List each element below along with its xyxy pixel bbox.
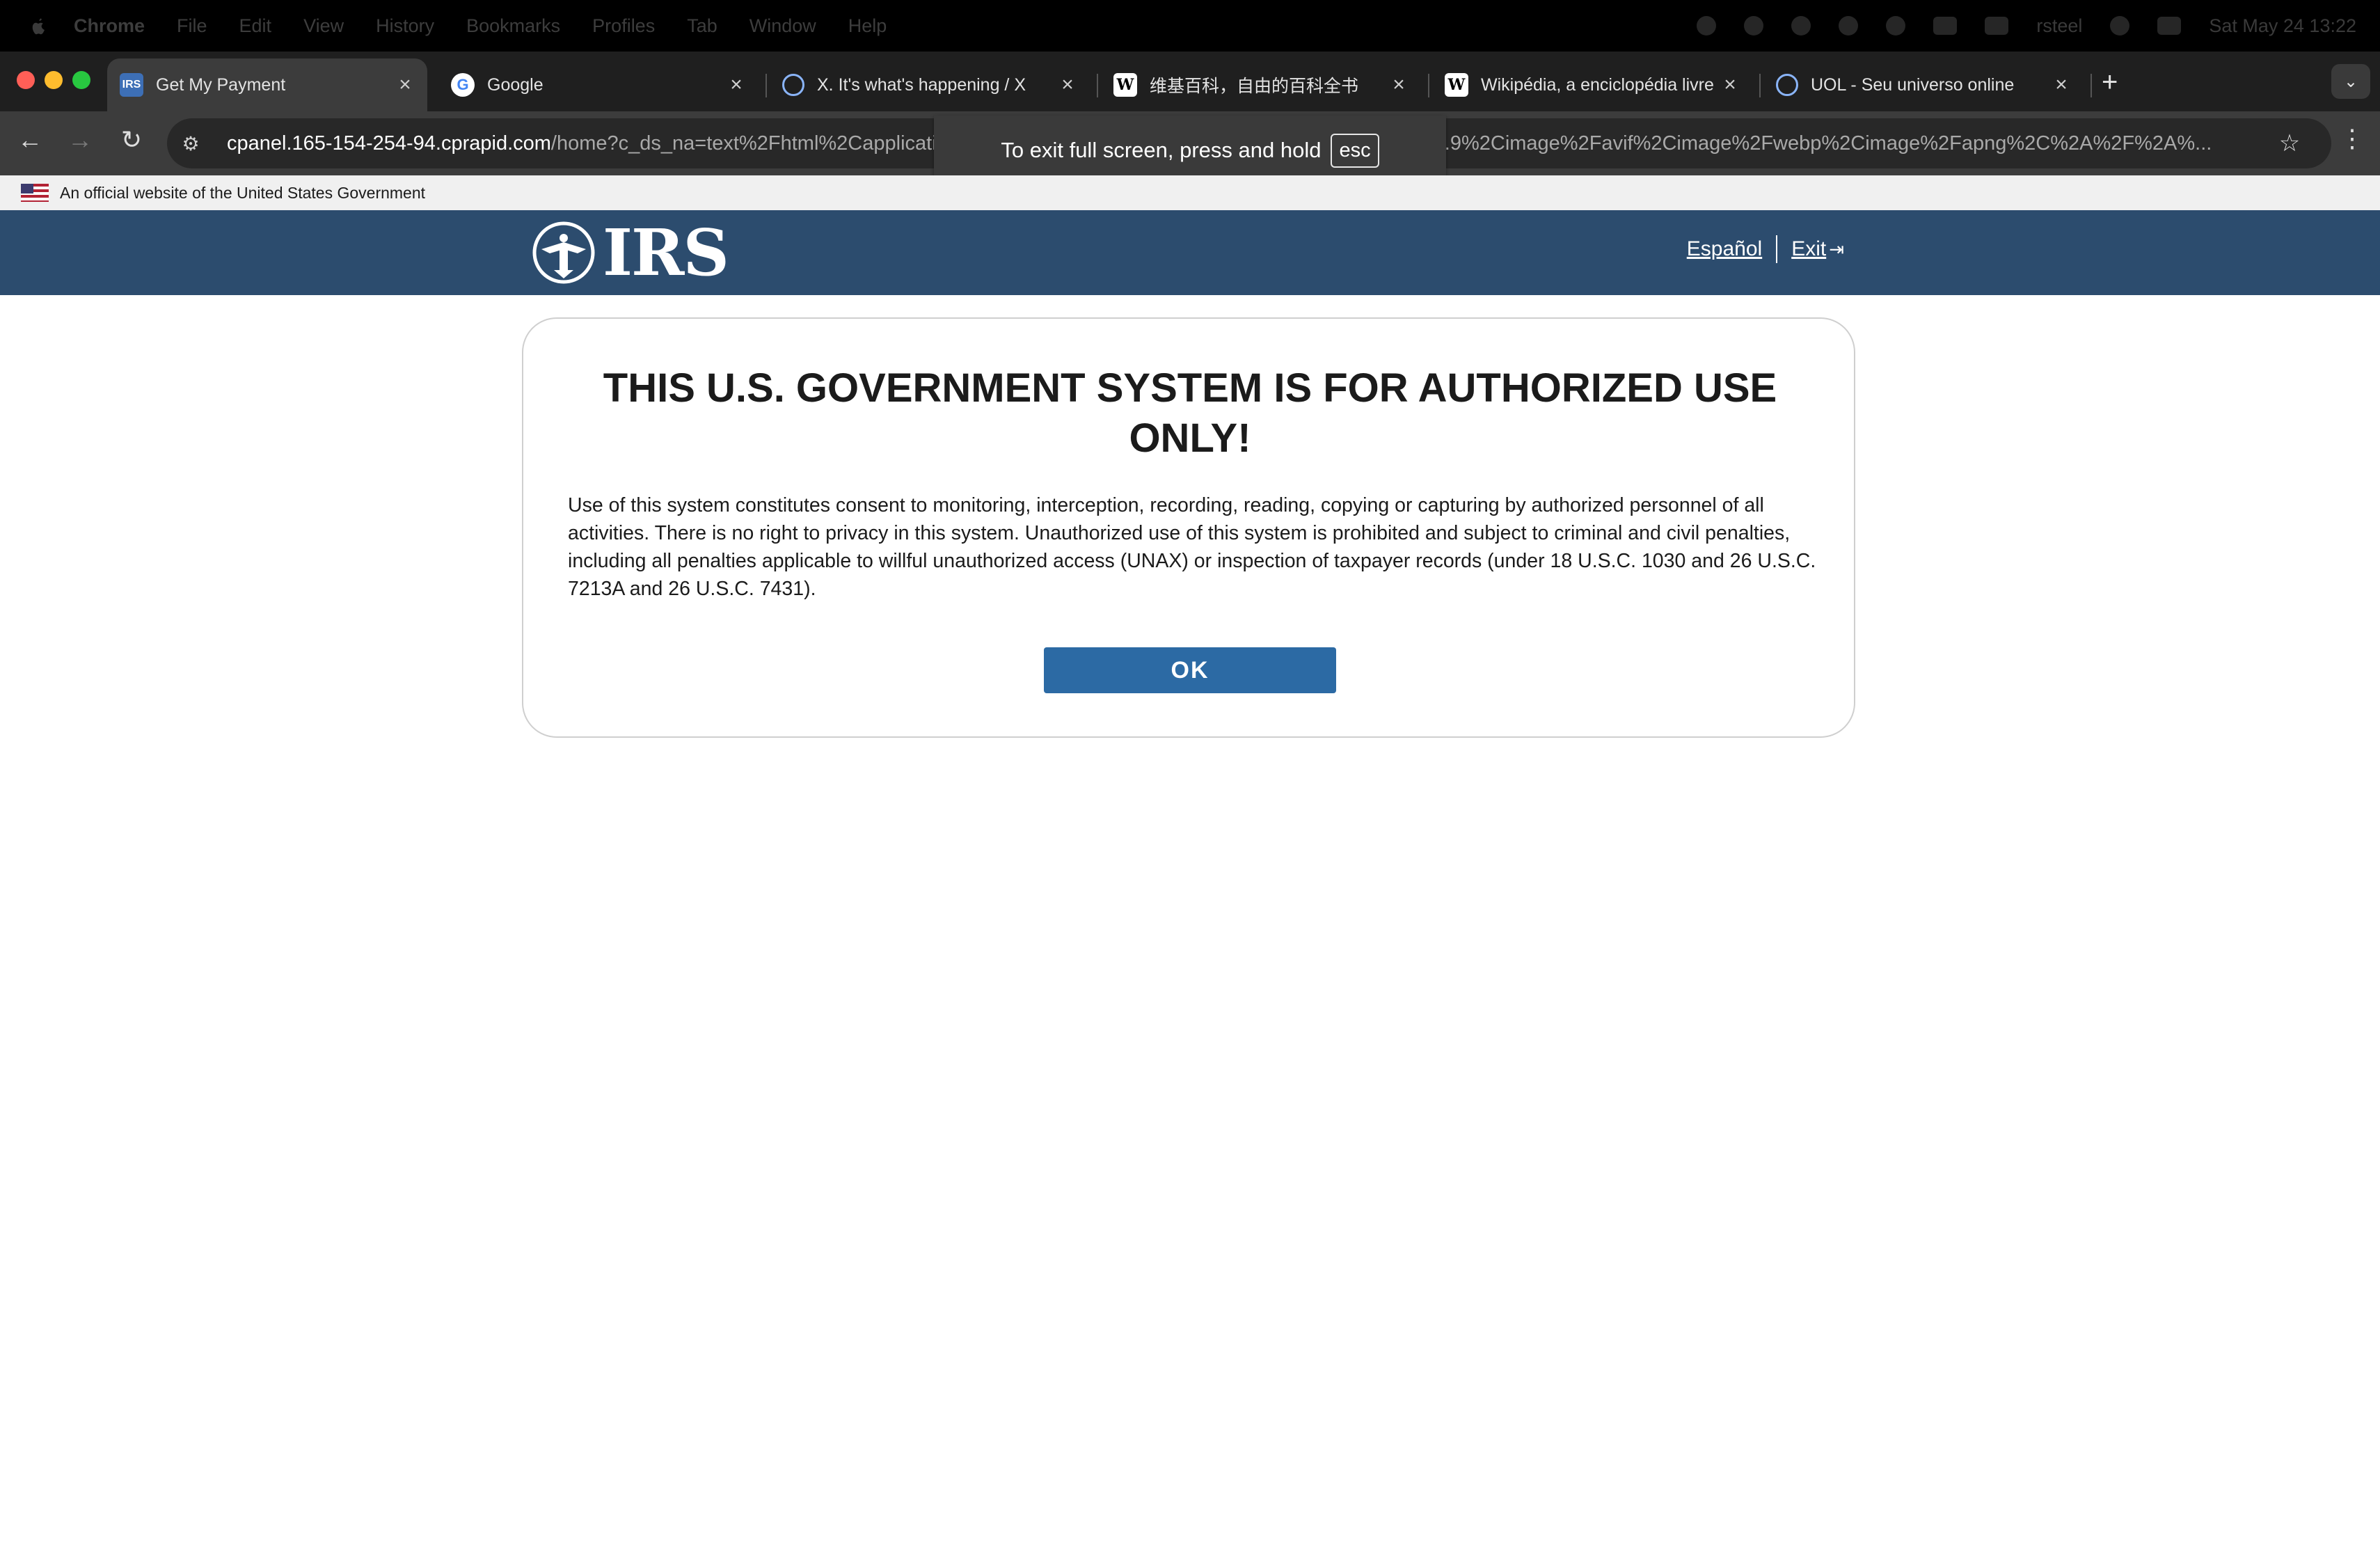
menu-bookmarks[interactable]: Bookmarks	[466, 15, 560, 37]
tab-title: UOL - Seu universo online	[1811, 74, 2015, 95]
irs-logo[interactable]: IRS	[529, 215, 729, 290]
tab-close-icon[interactable]: ×	[2047, 73, 2075, 97]
tab-title: X. It's what's happening / X	[817, 74, 1026, 95]
menu-bar-status-area: rsteel Sat May 24 13:22	[1697, 0, 2356, 52]
user-name[interactable]: rsteel	[2036, 15, 2082, 37]
tab-close-icon[interactable]: ×	[1716, 73, 1744, 97]
esc-key-hint: esc	[1331, 133, 1379, 168]
tab-uol[interactable]: UOL - Seu universo online ×	[1763, 58, 2084, 111]
tab-wikipedia-zh[interactable]: W 维基百科，自由的百科全书 ×	[1101, 58, 1421, 111]
tab-divider	[1428, 74, 1429, 97]
menu-bar-clock[interactable]: Sat May 24 13:22	[2209, 15, 2356, 37]
tab-wikipedia-pt[interactable]: W Wikipédia, a enciclopédia livre ×	[1432, 58, 1752, 111]
chrome-menu-icon[interactable]: ⋮	[2338, 124, 2366, 153]
tab-close-icon[interactable]: ×	[722, 73, 750, 97]
tab-divider	[1759, 74, 1761, 97]
apple-icon[interactable]	[28, 15, 49, 36]
loading-icon	[782, 74, 804, 96]
tab-divider	[765, 74, 767, 97]
gov-banner: An official website of the United States…	[0, 175, 2380, 210]
notice-title: THIS U.S. GOVERNMENT SYSTEM IS FOR AUTHO…	[603, 365, 1777, 461]
espanol-link[interactable]: Español	[1687, 237, 1762, 261]
site-settings-icon[interactable]: ⚙	[178, 131, 203, 156]
forward-arrow-icon[interactable]: →	[63, 125, 97, 155]
menu-tab[interactable]: Tab	[687, 15, 717, 37]
exit-link[interactable]: Exit	[1791, 237, 1826, 261]
menu-view[interactable]: View	[303, 15, 344, 37]
irs-eagle-icon	[532, 221, 595, 284]
tab-close-icon[interactable]: ×	[1385, 73, 1413, 97]
tab-title: 维基百科，自由的百科全书	[1150, 77, 1359, 96]
menu-help[interactable]: Help	[848, 15, 887, 37]
back-arrow-icon[interactable]: ←	[13, 125, 47, 155]
menu-window[interactable]: Window	[749, 15, 816, 37]
ok-button[interactable]: OK	[1044, 647, 1336, 693]
wikipedia-icon: W	[1113, 73, 1137, 97]
authorized-use-notice: THIS U.S. GOVERNMENT SYSTEM IS FOR AUTHO…	[522, 317, 1855, 738]
gov-banner-text: An official website of the United States…	[60, 183, 426, 202]
header-link-divider	[1776, 235, 1778, 263]
menu-edit[interactable]: Edit	[239, 15, 272, 37]
menu-app-name[interactable]: Chrome	[74, 15, 145, 37]
battery-icon[interactable]	[1933, 17, 1958, 35]
loading-icon	[1776, 74, 1798, 96]
control-center-icon[interactable]	[2157, 17, 2182, 35]
exit-icon[interactable]: ⇥	[1829, 239, 1844, 260]
cloud-icon[interactable]	[1886, 16, 1906, 35]
vpn-icon[interactable]	[1697, 16, 1717, 35]
tab-title: Wikipédia, a enciclopédia livre	[1481, 74, 1714, 95]
fullscreen-exit-toast: To exit full screen, press and hold esc	[934, 116, 1446, 185]
irs-logo-text: IRS	[603, 215, 729, 290]
browser-tab-strip: IRS Get My Payment × G Google × X. It's …	[0, 52, 2380, 111]
bookmark-star-icon[interactable]: ☆	[2276, 129, 2303, 157]
menu-profiles[interactable]: Profiles	[592, 15, 655, 37]
google-icon: G	[451, 73, 475, 97]
tab-divider	[1097, 74, 1098, 97]
menu-file[interactable]: File	[177, 15, 207, 37]
minimize-window-button[interactable]	[45, 71, 63, 89]
close-window-button[interactable]	[17, 71, 35, 89]
menu-history[interactable]: History	[376, 15, 434, 37]
tab-close-icon[interactable]: ×	[391, 73, 419, 97]
macos-menu-bar: Chrome File Edit View History Bookmarks …	[0, 0, 2380, 52]
tab-search-chevron-icon[interactable]: ⌄	[2331, 64, 2370, 99]
reload-icon[interactable]: ↻	[114, 125, 149, 155]
irs-header: IRS Español Exit ⇥	[0, 210, 2380, 295]
toast-text: To exit full screen, press and hold	[1001, 138, 1322, 162]
tab-title: Get My Payment	[156, 74, 286, 95]
url-host: cpanel.165-154-254-94.cprapid.com	[227, 132, 551, 155]
wikipedia-icon: W	[1445, 73, 1468, 97]
new-tab-plus-icon[interactable]: +	[2102, 67, 2118, 98]
irs-icon: IRS	[120, 73, 143, 97]
tab-google[interactable]: G Google ×	[438, 58, 759, 111]
record-icon[interactable]	[1791, 16, 1811, 35]
notice-body: Use of this system constitutes consent t…	[568, 494, 1816, 600]
shield-icon[interactable]	[1744, 16, 1764, 35]
circle-icon[interactable]	[1839, 16, 1859, 35]
header-links: Español Exit ⇥	[1687, 235, 1844, 263]
tab-title: Google	[487, 74, 544, 95]
zoom-window-button[interactable]	[72, 71, 90, 89]
wifi-icon[interactable]	[2110, 16, 2130, 35]
tab-x[interactable]: X. It's what's happening / X ×	[770, 58, 1090, 111]
tab-close-icon[interactable]: ×	[1054, 73, 1081, 97]
tab-get-my-payment[interactable]: IRS Get My Payment ×	[107, 58, 427, 111]
us-flag-icon	[21, 184, 49, 202]
tab-divider	[2091, 74, 2092, 97]
keyboard-input-icon[interactable]	[1985, 17, 2009, 35]
